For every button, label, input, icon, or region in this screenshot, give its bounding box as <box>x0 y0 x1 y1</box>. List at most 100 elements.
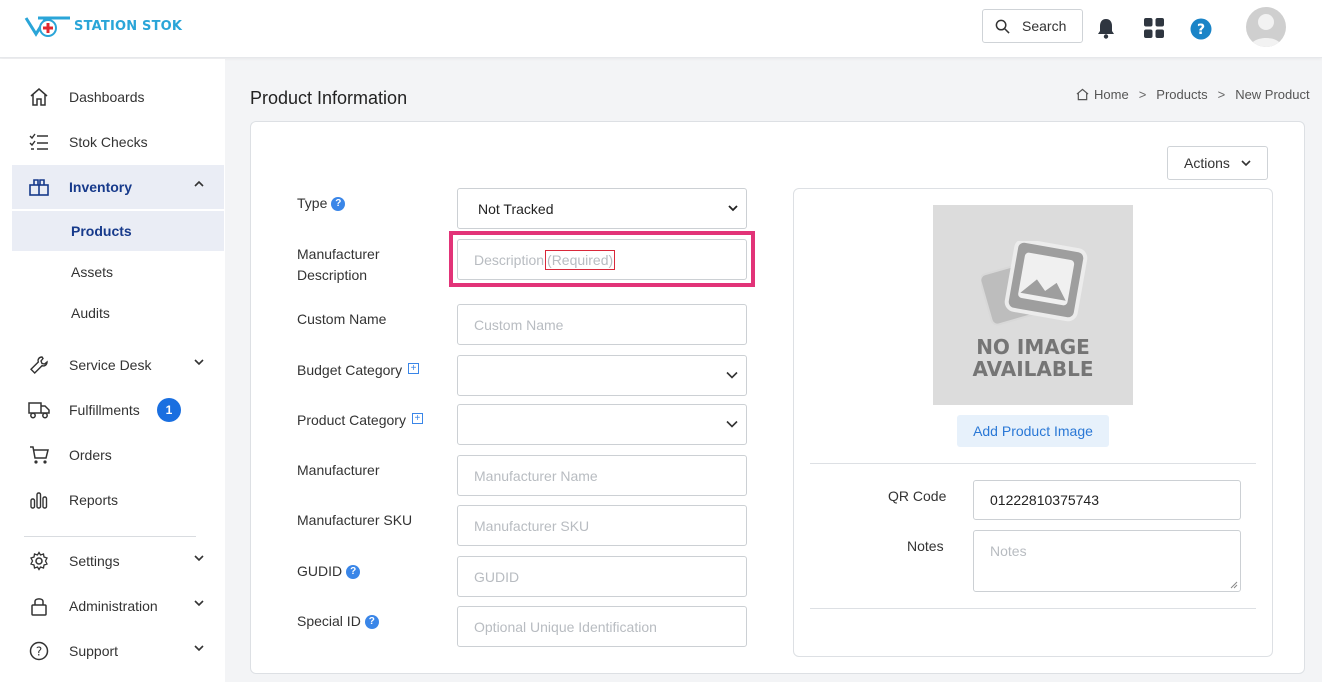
home-icon <box>1076 88 1089 101</box>
resize-handle-icon[interactable] <box>1230 581 1238 589</box>
custom-name-input[interactable]: Custom Name <box>457 304 747 345</box>
type-label-text: Type <box>297 195 328 211</box>
top-bar: STATION STOK Search ? <box>0 0 1322 58</box>
custom-name-placeholder: Custom Name <box>474 316 564 333</box>
special-id-input[interactable]: Optional Unique Identification <box>457 606 747 647</box>
sidebar-item-stok-checks[interactable]: Stok Checks <box>12 120 224 164</box>
sidebar-item-service-desk[interactable]: Service Desk <box>12 343 224 387</box>
cart-icon <box>28 444 50 466</box>
chevron-down-icon <box>726 371 738 379</box>
search-button[interactable]: Search <box>982 9 1083 43</box>
sidebar-item-inventory[interactable]: Inventory <box>12 165 224 209</box>
user-icon <box>1250 14 1282 47</box>
page-title: Product Information <box>250 88 408 108</box>
sidebar-item-label: Support <box>69 643 119 659</box>
product-category-label: Product Category + <box>297 410 423 431</box>
notes-label: Notes <box>907 538 944 554</box>
actions-dropdown-button[interactable]: Actions <box>1167 146 1268 180</box>
notes-placeholder: Notes <box>990 543 1027 559</box>
sidebar-item-label: Settings <box>69 553 120 569</box>
bell-icon[interactable] <box>1096 17 1116 39</box>
breadcrumb-home[interactable]: Home <box>1094 87 1129 102</box>
sidebar-item-label: Reports <box>69 492 119 508</box>
chevron-down-icon <box>728 205 738 212</box>
manufacturer-label: Manufacturer <box>297 462 380 478</box>
budget-category-label-text: Budget Category <box>297 362 403 378</box>
qr-code-input[interactable]: 01222810375743 <box>973 480 1241 520</box>
manufacturer-placeholder: Manufacturer Name <box>474 467 598 484</box>
sidebar-item-label: Stok Checks <box>69 134 148 150</box>
no-image-line: AVAILABLE <box>972 357 1094 381</box>
sidebar-item-orders[interactable]: Orders <box>12 433 224 477</box>
add-budget-category-icon[interactable]: + <box>408 363 420 374</box>
image-icon <box>981 241 1088 326</box>
panel-divider <box>810 608 1256 609</box>
sidebar-item-reports[interactable]: Reports <box>12 478 224 522</box>
svg-text:?: ? <box>1197 22 1205 38</box>
manufacturer-input[interactable]: Manufacturer Name <box>457 455 747 496</box>
help-icon[interactable]: ? <box>1190 18 1212 40</box>
budget-category-select[interactable] <box>457 355 747 396</box>
sidebar-item-fulfillments[interactable]: Fulfillments 1 <box>12 388 224 432</box>
type-select[interactable]: Not Tracked <box>457 188 747 229</box>
actions-label: Actions <box>1184 155 1230 171</box>
help-icon[interactable]: ? <box>346 565 361 579</box>
special-id-placeholder: Optional Unique Identification <box>474 618 657 635</box>
type-label: Type? <box>297 193 346 214</box>
special-id-label: Special ID? <box>297 611 379 632</box>
user-avatar[interactable] <box>1246 7 1286 47</box>
inventory-boxes-icon <box>28 176 50 198</box>
sidebar-item-settings[interactable]: Settings <box>12 539 224 583</box>
help-icon[interactable]: ? <box>331 197 346 211</box>
chevron-down-icon <box>194 359 204 366</box>
breadcrumb: Home > Products > New Product <box>1076 87 1310 102</box>
sidebar-item-assets[interactable]: Assets <box>12 252 224 292</box>
manufacturer-description-label: Manufacturer Description <box>297 244 379 286</box>
sidebar-item-dashboards[interactable]: Dashboards <box>12 75 224 119</box>
gudid-label: GUDID? <box>297 561 361 582</box>
logo-icon <box>24 16 70 37</box>
notes-textarea[interactable]: Notes <box>973 530 1241 592</box>
manufacturer-sku-placeholder: Manufacturer SKU <box>474 517 590 534</box>
sidebar-item-label: Audits <box>71 305 110 321</box>
custom-name-label: Custom Name <box>297 311 387 327</box>
breadcrumb-products[interactable]: Products <box>1156 87 1207 102</box>
station-stok-logo[interactable]: STATION STOK <box>24 14 182 38</box>
no-image-line: NO IMAGE <box>976 335 1090 359</box>
gudid-input[interactable]: GUDID <box>457 556 747 597</box>
product-category-label-text: Product Category <box>297 412 406 428</box>
sidebar: Dashboards Stok Checks Inventory Product… <box>0 59 225 682</box>
truck-icon <box>28 399 50 421</box>
sidebar-item-label: Orders <box>69 447 112 463</box>
gudid-placeholder: GUDID <box>474 568 520 585</box>
chevron-down-icon <box>194 645 204 652</box>
add-product-image-button[interactable]: Add Product Image <box>957 415 1109 447</box>
type-select-value: Not Tracked <box>478 200 554 217</box>
focus-highlight <box>449 231 755 287</box>
add-product-category-icon[interactable]: + <box>411 413 423 424</box>
sidebar-divider <box>24 536 196 537</box>
chevron-down-icon <box>194 600 204 607</box>
sidebar-item-label: Dashboards <box>69 89 145 105</box>
lock-icon <box>28 595 50 617</box>
apps-grid-icon[interactable] <box>1144 18 1164 38</box>
sidebar-item-label: Fulfillments <box>69 402 140 418</box>
search-icon <box>995 19 1010 34</box>
product-category-select[interactable] <box>457 404 747 445</box>
breadcrumb-separator: > <box>1217 87 1226 102</box>
sidebar-item-audits[interactable]: Audits <box>12 293 224 333</box>
checklist-icon <box>28 131 50 153</box>
budget-category-label: Budget Category + <box>297 360 420 381</box>
breadcrumb-separator: > <box>1138 87 1147 102</box>
manufacturer-sku-input[interactable]: Manufacturer SKU <box>457 505 747 546</box>
chevron-down-icon <box>1241 160 1251 167</box>
sidebar-item-support[interactable]: ? Support <box>12 629 224 673</box>
help-icon[interactable]: ? <box>364 615 379 629</box>
manufacturer-sku-label: Manufacturer SKU <box>297 512 413 528</box>
label-line: Manufacturer <box>297 246 380 262</box>
sidebar-item-label: Service Desk <box>69 357 152 373</box>
logo-text: STATION STOK <box>74 18 183 34</box>
no-image-text: NO IMAGE AVAILABLE <box>933 336 1133 380</box>
sidebar-item-administration[interactable]: Administration <box>12 584 224 628</box>
sidebar-item-products[interactable]: Products <box>12 211 224 251</box>
